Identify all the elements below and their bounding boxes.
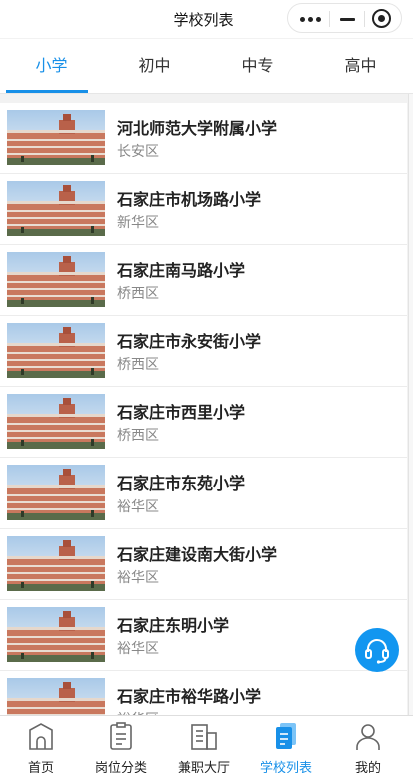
school-photo (7, 465, 105, 520)
school-list-item[interactable]: 石家庄东明小学 裕华区 (0, 600, 407, 671)
nav-label: 兼职大厅 (177, 761, 230, 773)
school-name: 石家庄市西里小学 (117, 403, 246, 422)
school-photo (7, 678, 105, 715)
home-icon (29, 723, 53, 750)
tab-label: 初中 (138, 56, 171, 75)
clipboard-icon (110, 722, 132, 750)
school-photo (7, 394, 105, 449)
nav-job-categories[interactable]: 岗位分类 (80, 716, 162, 773)
school-list-item[interactable]: 石家庄市西里小学 桥西区 (0, 387, 407, 458)
school-list-item[interactable]: 石家庄建设南大街小学 裕华区 (0, 529, 407, 600)
school-name: 石家庄市机场路小学 (117, 190, 262, 209)
school-district: 桥西区 (117, 357, 159, 373)
nav-home[interactable]: 首页 (0, 716, 82, 773)
target-close-icon[interactable] (372, 9, 391, 28)
tab-label: 高中 (344, 56, 377, 75)
school-list-item[interactable]: 石家庄南马路小学 桥西区 (0, 245, 407, 316)
school-photo (7, 181, 105, 236)
nav-school-list[interactable]: 学校列表 (245, 716, 327, 773)
nav-label: 首页 (27, 761, 54, 773)
scrollbar[interactable] (408, 94, 413, 715)
school-district: 裕华区 (117, 641, 159, 657)
more-dots-icon[interactable] (300, 17, 322, 23)
nav-label: 我的 (354, 761, 381, 773)
nav-parttime-hall[interactable]: 兼职大厅 (163, 716, 245, 773)
minimize-icon[interactable] (340, 18, 355, 21)
school-list-item[interactable]: 石家庄市裕华路小学裕华区 (0, 671, 407, 715)
school-district: 桥西区 (117, 428, 159, 444)
school-list-item[interactable]: 河北师范大学附属小学 长安区 (0, 103, 407, 174)
tab-primary[interactable]: 小学 (0, 39, 103, 93)
title-bar: 学校列表 (0, 0, 413, 38)
document-list-icon (276, 723, 296, 749)
school-list-item[interactable]: 石家庄市永安街小学 桥西区 (0, 316, 407, 387)
tab-junior-high[interactable]: 初中 (103, 39, 206, 93)
nav-label: 学校列表 (259, 761, 312, 773)
school-photo (7, 110, 105, 165)
tab-label: 中专 (241, 56, 274, 75)
tab-vocational[interactable]: 中专 (206, 39, 309, 93)
headset-service-icon (365, 639, 389, 664)
school-photo (7, 536, 105, 591)
school-level-tabs: 小学 初中 中专 高中 (0, 39, 413, 94)
mini-program-capsule (287, 3, 402, 33)
active-tab-indicator (6, 90, 88, 93)
school-name: 河北师范大学附属小学 (117, 119, 278, 138)
person-icon (356, 724, 380, 750)
school-name: 石家庄市永安街小学 (117, 332, 262, 351)
tab-label: 小学 (35, 56, 68, 75)
school-name: 石家庄市裕华路小学 (117, 687, 262, 706)
school-district: 新华区 (117, 215, 159, 231)
school-list: 河北师范大学附属小学 长安区 石家庄市机场路小学 新华区 石家庄南马路小学 桥西区 石家庄市… (0, 103, 407, 715)
school-list-item[interactable]: 石家庄市东苑小学 裕华区 (0, 458, 407, 529)
customer-service-button[interactable] (355, 628, 399, 672)
school-photo (7, 252, 105, 307)
school-name: 石家庄东明小学 (117, 616, 230, 635)
school-list-item[interactable]: 石家庄市机场路小学 新华区 (0, 174, 407, 245)
building-icon (191, 724, 217, 750)
school-district: 长安区 (117, 144, 159, 160)
school-photo (7, 323, 105, 378)
capsule-divider (364, 11, 365, 27)
school-district: 裕华区 (117, 499, 159, 515)
tab-senior-high[interactable]: 高中 (309, 39, 412, 93)
capsule-divider (329, 11, 330, 27)
nav-mine[interactable]: 我的 (327, 716, 409, 773)
school-name: 石家庄市东苑小学 (117, 474, 246, 493)
school-photo (7, 607, 105, 662)
bottom-navigation: 首页 岗位分类 兼职大厅 学校列表 我的 (0, 715, 413, 773)
school-district: 桥西区 (117, 286, 159, 302)
school-district: 裕华区 (117, 570, 159, 586)
nav-label: 岗位分类 (94, 761, 147, 773)
school-name: 石家庄建设南大街小学 (117, 545, 278, 564)
school-name: 石家庄南马路小学 (117, 261, 246, 280)
